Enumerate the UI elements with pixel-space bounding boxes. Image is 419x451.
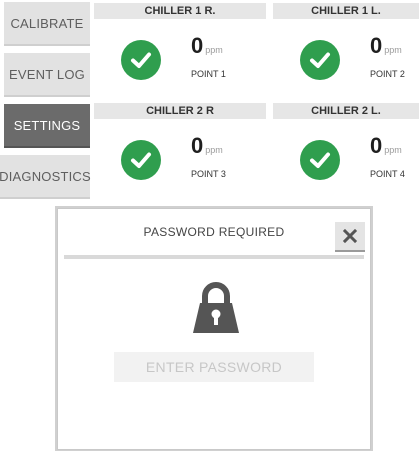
sensor-point-label: POINT 4 — [370, 169, 405, 179]
dialog-title: PASSWORD REQUIRED — [143, 225, 285, 239]
sensor-point-label: POINT 3 — [191, 169, 226, 179]
sensor-unit: ppm — [384, 145, 402, 155]
close-button[interactable] — [335, 222, 365, 252]
check-circle-icon — [121, 40, 161, 80]
sensor-reading: 0 ppm — [191, 33, 261, 58]
nav-event-log-label: EVENT LOG — [9, 66, 85, 82]
sensor-unit: ppm — [384, 45, 402, 55]
sensor-reading: 0 ppm — [191, 133, 261, 158]
sensor-value: 0 — [191, 133, 204, 158]
nav-settings-button[interactable]: SETTINGS — [4, 104, 90, 148]
sensor-point-label: POINT 1 — [191, 69, 226, 79]
nav-diagnostics-label: DIAGNOSTICS — [0, 168, 91, 184]
sensor-card-point-3[interactable]: CHILLER 2 R 0 ppm POINT 3 — [94, 103, 266, 201]
password-input[interactable] — [114, 352, 314, 382]
sensor-title: CHILLER 2 R — [94, 103, 266, 119]
sensor-title: CHILLER 2 L. — [273, 103, 419, 119]
check-circle-icon — [300, 140, 340, 180]
sensor-reading: 0 ppm — [370, 133, 419, 158]
main-dashboard: CALIBRATE EVENT LOG SETTINGS DIAGNOSTICS… — [0, 0, 419, 201]
nav-event-log-button[interactable]: EVENT LOG — [4, 53, 90, 97]
check-circle-icon — [121, 140, 161, 180]
sensor-point-label: POINT 2 — [370, 69, 405, 79]
sensor-card-point-1[interactable]: CHILLER 1 R. 0 ppm POINT 1 — [94, 3, 266, 101]
dialog-divider — [64, 255, 364, 259]
sidebar-nav: CALIBRATE EVENT LOG SETTINGS DIAGNOSTICS — [0, 0, 91, 200]
sensor-card-point-2[interactable]: CHILLER 1 L. 0 ppm POINT 2 — [273, 3, 419, 101]
sensor-unit: ppm — [205, 145, 223, 155]
sensor-title: CHILLER 1 R. — [94, 3, 266, 19]
sensor-card-point-4[interactable]: CHILLER 2 L. 0 ppm POINT 4 — [273, 103, 419, 201]
nav-diagnostics-button[interactable]: DIAGNOSTICS — [0, 155, 91, 199]
sensor-value: 0 — [370, 33, 383, 58]
nav-calibrate-button[interactable]: CALIBRATE — [4, 2, 90, 46]
sensor-unit: ppm — [205, 45, 223, 55]
sensor-reading: 0 ppm — [370, 33, 419, 58]
nav-settings-label: SETTINGS — [13, 117, 81, 133]
nav-calibrate-label: CALIBRATE — [10, 15, 84, 31]
check-circle-icon — [300, 40, 340, 80]
close-icon — [343, 229, 357, 243]
password-dialog: PASSWORD REQUIRED — [57, 208, 371, 450]
sensor-title: CHILLER 1 L. — [273, 3, 419, 19]
sensor-value: 0 — [370, 133, 383, 158]
lock-icon — [191, 279, 241, 339]
sensor-value: 0 — [191, 33, 204, 58]
